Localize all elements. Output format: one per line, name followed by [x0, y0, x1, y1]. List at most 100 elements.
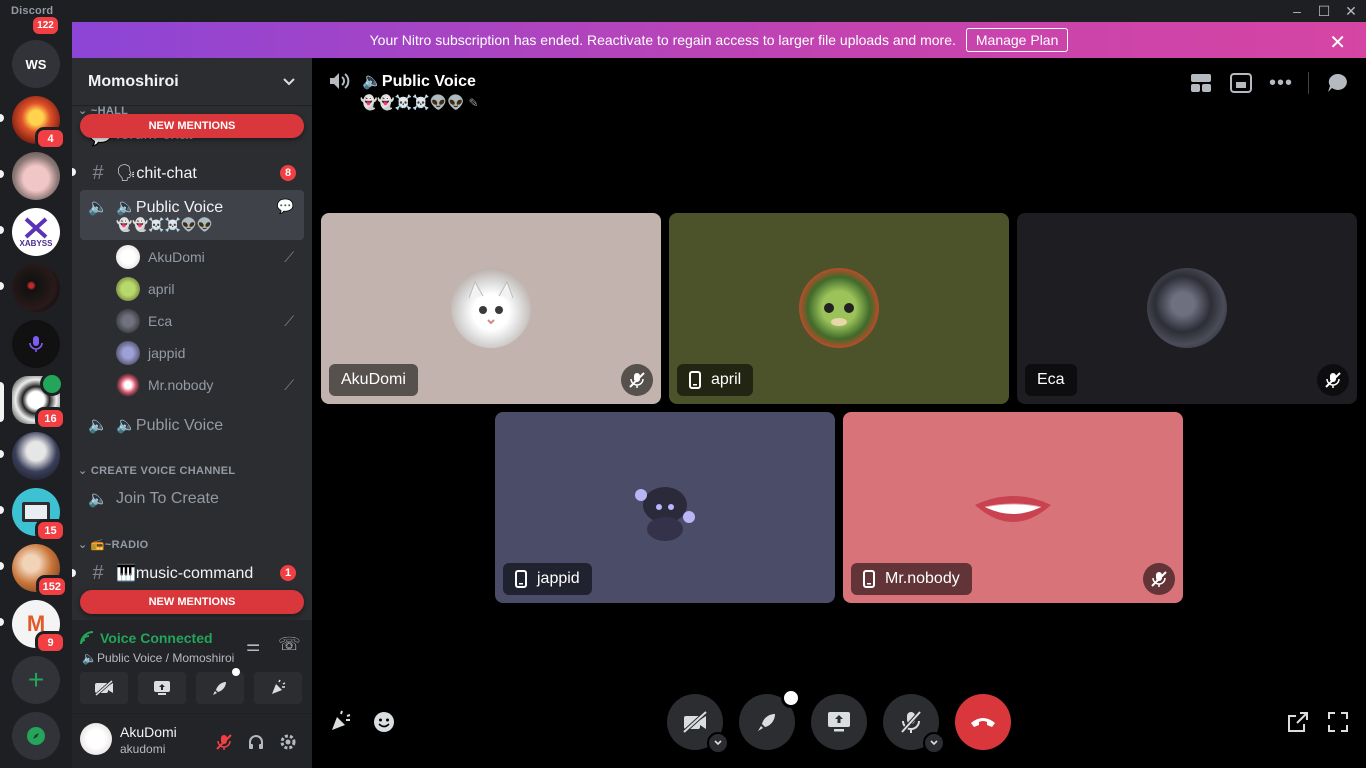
- settings-gear-icon[interactable]: [276, 730, 300, 754]
- close-window-icon[interactable]: ✕: [1336, 0, 1366, 22]
- voice-channel-path[interactable]: 🔈Public Voice / Momoshiroi: [82, 651, 234, 665]
- unread-pill: [0, 450, 4, 458]
- plus-icon: +: [27, 664, 45, 695]
- mic-muted-icon: [621, 364, 653, 396]
- participant-tile-akudomi[interactable]: AkuDomi: [321, 213, 661, 404]
- new-mentions-top[interactable]: NEW MENTIONS: [80, 114, 304, 138]
- fullscreen-icon[interactable]: [1326, 710, 1350, 739]
- mention-count-badge: 8: [280, 165, 296, 181]
- server-pig[interactable]: [12, 152, 60, 200]
- avatar: [1147, 268, 1227, 348]
- camera-options-chevron-icon[interactable]: [707, 732, 729, 754]
- screen-share-icon: [154, 681, 170, 695]
- add-server-button[interactable]: +: [12, 656, 60, 704]
- layout-grid-icon[interactable]: [1188, 70, 1214, 96]
- unread-pill: [0, 506, 4, 514]
- soundboard-button[interactable]: [254, 672, 302, 704]
- screen-share-button[interactable]: [811, 694, 867, 750]
- activities-button[interactable]: [196, 668, 244, 704]
- server-crowd[interactable]: [12, 432, 60, 480]
- voice-user[interactable]: jappid: [116, 338, 304, 368]
- nitro-banner: Your Nitro subscription has ended. React…: [72, 22, 1366, 58]
- minimize-icon[interactable]: –: [1282, 0, 1312, 22]
- avatar[interactable]: [80, 723, 112, 755]
- participant-tile-mrnobody[interactable]: Mr.nobody: [843, 412, 1183, 603]
- participant-tile-eca[interactable]: Eca: [1017, 213, 1357, 404]
- manage-plan-button[interactable]: Manage Plan: [965, 28, 1069, 52]
- pencil-icon[interactable]: ✎: [468, 96, 478, 110]
- voice-user[interactable]: Mr.nobody ⟋: [116, 370, 304, 400]
- server-anime[interactable]: 152: [12, 544, 68, 598]
- participant-tile-april[interactable]: april: [669, 213, 1009, 404]
- camera-button[interactable]: [80, 672, 128, 704]
- server-ws[interactable]: WS: [12, 40, 60, 88]
- server-mic[interactable]: [12, 320, 60, 368]
- mobile-phone-icon: [515, 570, 527, 588]
- channel-chit-chat[interactable]: # 🗣chit-chat 8: [80, 156, 304, 190]
- more-options-icon[interactable]: •••: [1268, 70, 1294, 96]
- voice-active-icon: [40, 372, 64, 396]
- xabyss-logo-icon: [24, 217, 48, 238]
- server-m[interactable]: M 9: [12, 600, 66, 654]
- mic-muted-icon: [1317, 364, 1349, 396]
- mention-count-badge: 1: [280, 565, 296, 581]
- disconnect-icon[interactable]: ☏: [278, 634, 301, 655]
- server-laptop[interactable]: 15: [12, 488, 66, 542]
- voice-user[interactable]: AkuDomi ⟋: [116, 242, 304, 272]
- emoji-icon[interactable]: [372, 710, 396, 739]
- channel-sidebar: Momoshiroi ⌄ ~HALL 💬 forum-chat NEW MENT…: [72, 58, 312, 768]
- avatar: [451, 268, 531, 348]
- server-momoshiroi[interactable]: 16: [12, 372, 66, 430]
- participant-name-tag: AkuDomi: [329, 364, 418, 396]
- speaker-icon: 🔈: [88, 417, 108, 434]
- hashtag-icon: #: [92, 561, 104, 584]
- channel-public-voice-2[interactable]: 🔈 🔈Public Voice: [80, 408, 304, 442]
- category-radio[interactable]: ⌄ 📻~RADIO: [78, 538, 149, 551]
- guild-header[interactable]: Momoshiroi: [72, 58, 312, 106]
- camera-toggle-button[interactable]: [667, 694, 729, 754]
- user-name[interactable]: AkuDomi: [120, 724, 177, 740]
- channel-public-voice[interactable]: 🔈 🔈Public Voice 👻👻☠️☠️👽👽 💬: [80, 190, 304, 240]
- voice-user[interactable]: Eca ⟋: [116, 306, 304, 336]
- noise-suppression-icon[interactable]: ⚌: [246, 636, 260, 656]
- popout-icon[interactable]: [1286, 710, 1310, 739]
- call-status-text: 👻👻☠️☠️👽👽: [360, 94, 465, 110]
- headphones-icon[interactable]: [244, 730, 268, 754]
- chat-bubble-icon[interactable]: 💬: [277, 198, 294, 215]
- xabyss-label: XABYSS: [19, 238, 53, 248]
- title-bar: Discord – ☐ ✕: [0, 0, 1366, 22]
- server-dark[interactable]: [12, 264, 60, 312]
- screen-share-button[interactable]: [138, 672, 186, 704]
- channel-label: Join To Create: [116, 490, 219, 507]
- avatar: [116, 245, 140, 269]
- category-label: CREATE VOICE CHANNEL: [90, 465, 236, 477]
- category-create-voice[interactable]: ⌄ CREATE VOICE CHANNEL: [78, 464, 235, 477]
- channel-join-to-create[interactable]: 🔈 Join To Create: [80, 482, 304, 516]
- participant-tile-jappid[interactable]: jappid: [495, 412, 835, 603]
- camera-off-icon: [95, 680, 113, 696]
- chat-icon[interactable]: [1324, 70, 1350, 96]
- server-icon-2[interactable]: 4: [12, 96, 66, 150]
- voice-user[interactable]: april: [116, 274, 304, 304]
- new-mentions-bottom[interactable]: NEW MENTIONS: [80, 590, 304, 614]
- participant-name-tag: jappid: [503, 563, 592, 595]
- channel-music-command[interactable]: # 🎹music-command 1: [80, 556, 304, 590]
- mute-mic-button[interactable]: [883, 694, 945, 754]
- activities-button[interactable]: [739, 688, 801, 750]
- close-banner-icon[interactable]: ✕: [1329, 30, 1346, 55]
- popout-window-icon[interactable]: [1228, 70, 1254, 96]
- speaker-icon: 🔈: [88, 199, 108, 216]
- server-xabyss[interactable]: XABYSS: [12, 208, 60, 256]
- mic-muted-icon: [1143, 563, 1175, 595]
- maximize-icon[interactable]: ☐: [1309, 0, 1339, 22]
- participant-name-tag: Mr.nobody: [851, 563, 972, 595]
- voice-connected-status[interactable]: Voice Connected: [80, 630, 213, 646]
- mic-muted-icon[interactable]: [212, 730, 236, 754]
- disconnect-button[interactable]: [955, 694, 1011, 750]
- channel-label: 🔈Public Voice: [116, 417, 224, 434]
- mic-options-chevron-icon[interactable]: [923, 732, 945, 754]
- explore-button[interactable]: [12, 712, 60, 760]
- participant-name-tag: april: [677, 364, 754, 396]
- soundboard-icon[interactable]: [328, 710, 352, 739]
- call-status[interactable]: 👻👻☠️☠️👽👽 ✎: [360, 94, 479, 111]
